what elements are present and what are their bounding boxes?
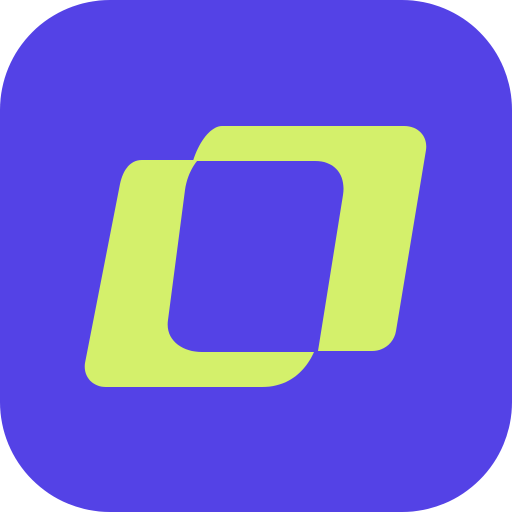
app-tile-background xyxy=(0,0,512,512)
app-icon xyxy=(0,0,512,512)
